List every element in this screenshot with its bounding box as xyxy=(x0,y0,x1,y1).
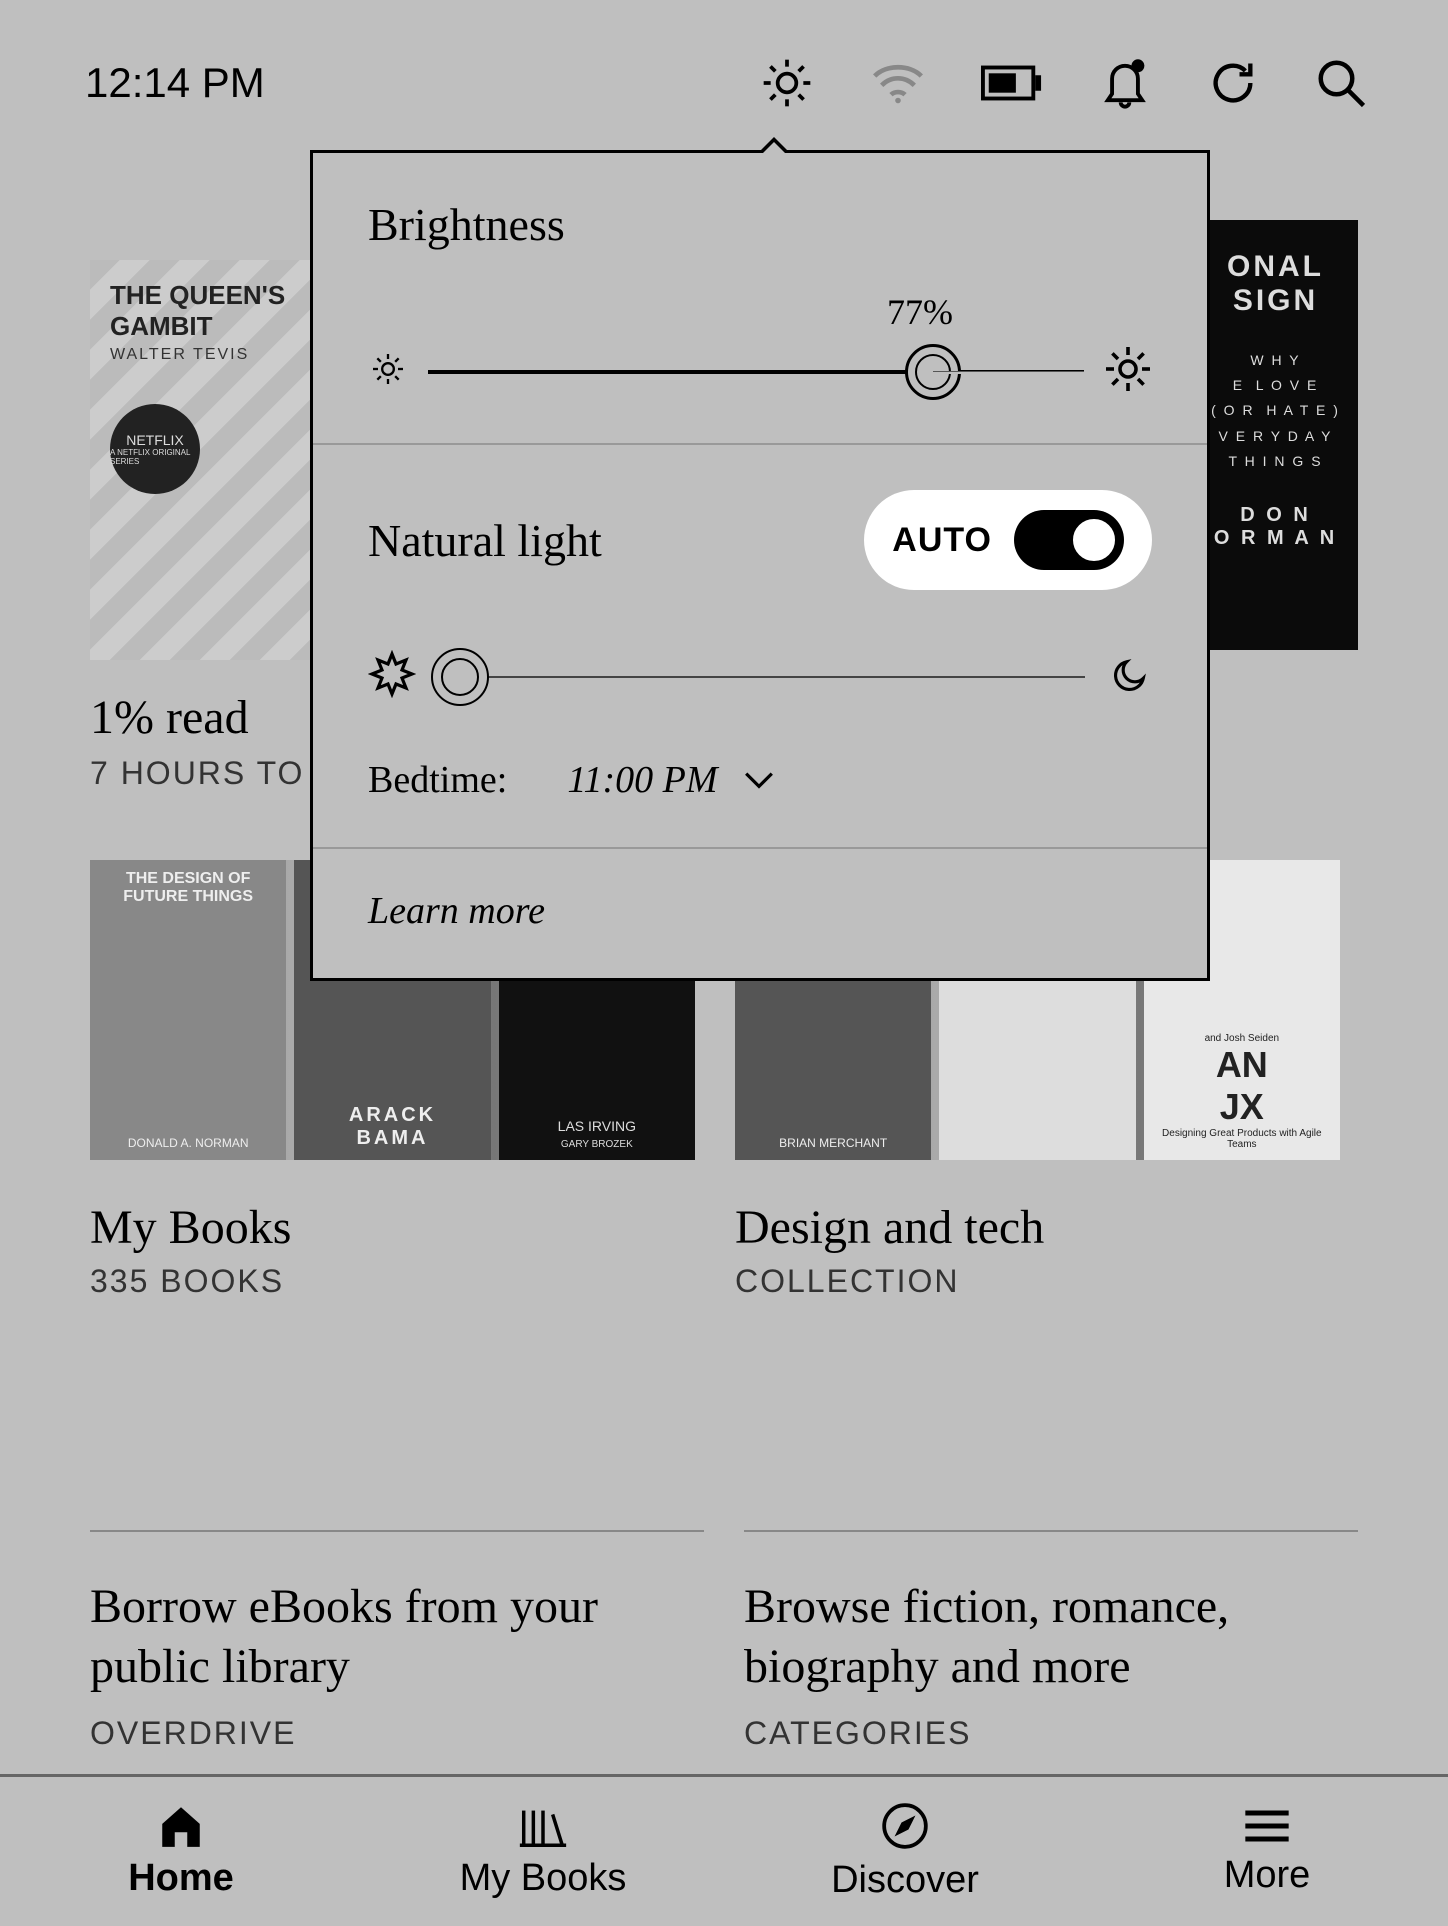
brightness-slider[interactable] xyxy=(368,345,1152,398)
tile-title: Design and tech xyxy=(735,1200,1340,1255)
brightness-popup: Brightness 77% Natural light AUTO xyxy=(310,150,1210,981)
compass-icon xyxy=(880,1801,930,1851)
tile-categories[interactable]: Browse fiction, romance, biography and m… xyxy=(744,1530,1358,1752)
battery-icon[interactable] xyxy=(981,63,1043,103)
tile-overdrive[interactable]: Borrow eBooks from your public library O… xyxy=(90,1530,704,1752)
brightness-icon[interactable] xyxy=(759,55,815,111)
tile-sub: 335 BOOKS xyxy=(90,1263,695,1300)
tile-title: My Books xyxy=(90,1200,695,1255)
natural-light-slider[interactable] xyxy=(368,650,1152,703)
auto-toggle-pill[interactable]: AUTO xyxy=(864,490,1152,590)
tiles-lower: Borrow eBooks from your public library O… xyxy=(0,1530,1448,1752)
chevron-down-icon xyxy=(743,770,775,790)
bedtime-row[interactable]: Bedtime: 11:00 PM xyxy=(368,758,1152,802)
bedtime-label: Bedtime: xyxy=(368,758,507,802)
search-icon[interactable] xyxy=(1314,56,1368,110)
tile-sub: OVERDRIVE xyxy=(90,1715,704,1752)
auto-label: AUTO xyxy=(892,521,992,560)
sync-icon[interactable] xyxy=(1207,57,1259,109)
wifi-icon[interactable] xyxy=(870,61,926,105)
auto-toggle[interactable] xyxy=(1014,510,1124,570)
natural-light-slider-thumb[interactable] xyxy=(431,648,489,706)
nav-home[interactable]: Home xyxy=(0,1777,362,1926)
natural-light-title: Natural light xyxy=(368,514,602,567)
nav-discover[interactable]: Discover xyxy=(724,1777,1086,1926)
clock-time: 12:14 PM xyxy=(85,59,265,107)
brightness-low-icon xyxy=(368,349,408,394)
brightness-section: Brightness 77% xyxy=(313,153,1207,445)
natural-light-section: Natural light AUTO Bedtime: 11:00 PM xyxy=(313,445,1207,849)
tile-sub: CATEGORIES xyxy=(744,1715,1358,1752)
learn-more-link[interactable]: Learn more xyxy=(313,849,1207,978)
book-cover-emotional-design[interactable]: ONALSIGN W H YE L O V E( O R H A T E )V … xyxy=(1193,220,1358,650)
tile-title: Borrow eBooks from your public library xyxy=(90,1577,704,1697)
sun-outline-icon xyxy=(368,650,416,703)
menu-icon xyxy=(1241,1806,1293,1846)
moon-icon xyxy=(1110,653,1152,700)
brightness-title: Brightness xyxy=(368,198,1152,251)
home-icon xyxy=(156,1803,206,1849)
toggle-knob xyxy=(1070,516,1118,564)
brightness-high-icon xyxy=(1104,345,1152,398)
status-icons xyxy=(759,55,1368,111)
tile-sub: COLLECTION xyxy=(735,1263,1340,1300)
tile-title: Browse fiction, romance, biography and m… xyxy=(744,1577,1358,1697)
bedtime-value[interactable]: 11:00 PM xyxy=(567,758,774,802)
books-icon xyxy=(516,1803,570,1849)
notification-bell-icon[interactable] xyxy=(1098,55,1152,111)
status-bar: 12:14 PM xyxy=(0,0,1448,151)
brightness-slider-thumb[interactable] xyxy=(905,344,961,400)
nav-my-books[interactable]: My Books xyxy=(362,1777,724,1926)
nav-more[interactable]: More xyxy=(1086,1777,1448,1926)
brightness-value-label: 77% xyxy=(688,291,1152,333)
bottom-nav: Home My Books Discover More xyxy=(0,1774,1448,1926)
